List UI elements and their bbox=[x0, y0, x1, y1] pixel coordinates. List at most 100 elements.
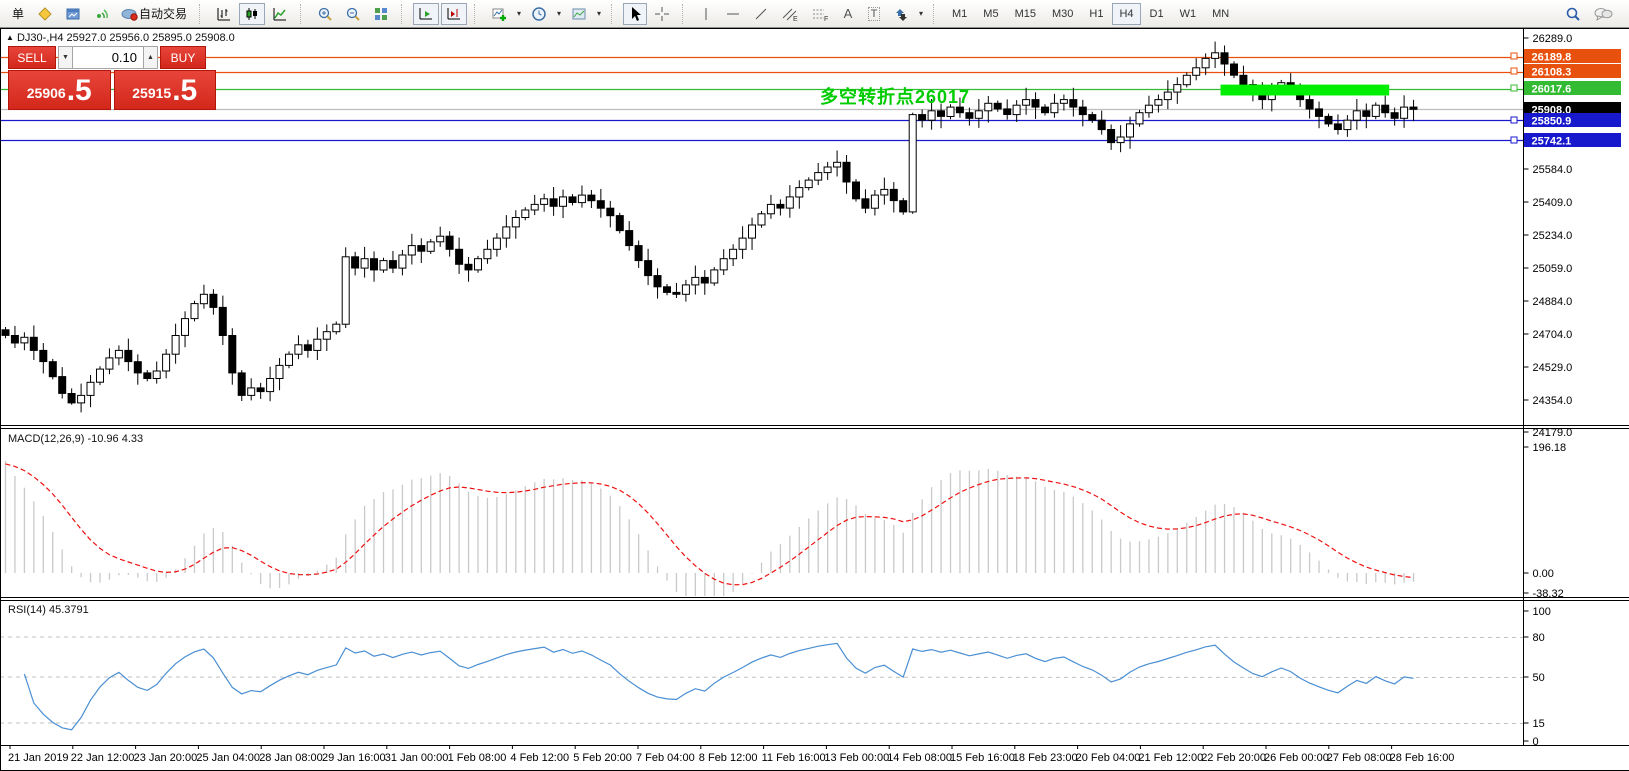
hline-end-marker[interactable] bbox=[1510, 136, 1518, 144]
timeframe-button-M30[interactable]: M30 bbox=[1045, 3, 1080, 25]
price-axis-label: 25234.0 bbox=[1533, 230, 1573, 242]
timeframe-button-M1[interactable]: M1 bbox=[945, 3, 974, 25]
candle bbox=[256, 387, 265, 393]
text-label-tool[interactable]: T bbox=[862, 3, 886, 25]
fibonacci-tool[interactable]: F bbox=[806, 3, 834, 25]
candle bbox=[114, 349, 123, 359]
candle bbox=[1409, 106, 1418, 110]
autotrading-label: 自动交易 bbox=[139, 7, 188, 21]
time-axis-label[interactable]: 4 Feb 12:00 bbox=[510, 752, 569, 764]
time-axis-label[interactable]: 31 Jan 00:00 bbox=[385, 752, 449, 764]
auto-scroll-button[interactable] bbox=[413, 2, 440, 25]
cursor-tool-button[interactable] bbox=[623, 2, 648, 25]
equidistant-channel-tool[interactable]: E bbox=[776, 3, 804, 25]
timeframe-button-M5[interactable]: M5 bbox=[976, 3, 1005, 25]
buy-button[interactable]: BUY bbox=[160, 46, 206, 69]
time-axis-label[interactable]: 14 Feb 08:00 bbox=[887, 752, 952, 764]
candle bbox=[521, 209, 530, 218]
arrows-dropdown[interactable]: ▾ bbox=[915, 3, 927, 25]
sell-button[interactable]: SELL bbox=[8, 46, 56, 69]
time-axis-label[interactable]: 29 Jan 16:00 bbox=[322, 752, 386, 764]
bar-chart-button[interactable] bbox=[211, 3, 237, 25]
periods-button[interactable] bbox=[526, 3, 552, 25]
zoom-in-button[interactable] bbox=[312, 3, 338, 25]
terminal-icon[interactable] bbox=[32, 3, 58, 25]
time-axis-label[interactable]: 26 Feb 00:00 bbox=[1264, 752, 1329, 764]
templates-button[interactable] bbox=[566, 3, 592, 25]
candle bbox=[266, 378, 275, 393]
time-axis-label[interactable]: 22 Jan 12:00 bbox=[71, 752, 135, 764]
chart-annotation-text[interactable]: 多空转折点26017 bbox=[820, 83, 970, 109]
chat-button[interactable] bbox=[1588, 3, 1618, 25]
time-axis-label[interactable]: 21 Jan 2019 bbox=[8, 752, 69, 764]
volume-decrease-button[interactable]: ▼ bbox=[58, 46, 73, 69]
collapse-arrow-icon[interactable]: ▲ bbox=[6, 33, 14, 42]
time-axis-label[interactable]: 5 Feb 20:00 bbox=[573, 752, 632, 764]
autotrading-button[interactable]: 自动交易 bbox=[116, 3, 192, 25]
timeframe-button-D1[interactable]: D1 bbox=[1143, 3, 1171, 25]
crosshair-tool-button[interactable] bbox=[649, 3, 675, 25]
hline-end-marker[interactable] bbox=[1510, 84, 1518, 92]
volume-input[interactable] bbox=[73, 46, 143, 69]
time-axis-label[interactable]: 21 Feb 12:00 bbox=[1138, 752, 1203, 764]
timeframe-button-W1[interactable]: W1 bbox=[1173, 3, 1204, 25]
time-axis-label[interactable]: 15 Feb 16:00 bbox=[950, 752, 1015, 764]
macd-indicator-label: MACD(12,26,9) -10.96 4.33 bbox=[8, 433, 144, 445]
timeframe-button-H4[interactable]: H4 bbox=[1112, 2, 1141, 25]
candle bbox=[379, 260, 388, 271]
time-axis-label[interactable]: 11 Feb 16:00 bbox=[762, 752, 826, 764]
time-axis-label[interactable]: 13 Feb 00:00 bbox=[824, 752, 889, 764]
candle bbox=[1333, 123, 1342, 131]
timeframe-button-MN[interactable]: MN bbox=[1205, 3, 1236, 25]
line-chart-button[interactable] bbox=[267, 3, 293, 25]
time-axis-label[interactable]: 7 Feb 04:00 bbox=[636, 752, 695, 764]
time-axis-label[interactable]: 8 Feb 12:00 bbox=[699, 752, 758, 764]
macd-signal-line bbox=[5, 463, 1414, 586]
chart-canvas[interactable]: 26289.0 25584.0 25409.0 25234.0 25059.0 24884… bbox=[0, 0, 1629, 771]
candle bbox=[1078, 106, 1087, 116]
hline-end-marker[interactable] bbox=[1510, 52, 1518, 60]
time-axis-label[interactable]: 1 Feb 08:00 bbox=[448, 752, 507, 764]
time-axis-label[interactable]: 23 Jan 20:00 bbox=[134, 752, 198, 764]
indicators-button[interactable] bbox=[486, 3, 512, 25]
time-axis-label[interactable]: 27 Feb 08:00 bbox=[1327, 752, 1392, 764]
candle bbox=[757, 213, 766, 226]
templates-dropdown[interactable]: ▾ bbox=[593, 3, 605, 25]
horizontal-line-tool[interactable] bbox=[720, 3, 746, 25]
time-axis-label[interactable]: 18 Feb 23:00 bbox=[1013, 752, 1078, 764]
candlestick-chart-button[interactable] bbox=[239, 2, 266, 25]
rsi-level-15 bbox=[0, 722, 1524, 724]
time-axis-label[interactable]: 25 Jan 04:00 bbox=[196, 752, 260, 764]
zoom-out-button[interactable] bbox=[340, 3, 366, 25]
strategy-tester-icon[interactable] bbox=[60, 3, 86, 25]
zoom-in-icon bbox=[318, 7, 332, 21]
candle bbox=[870, 194, 879, 209]
trendline-tool[interactable] bbox=[748, 3, 774, 25]
time-axis-label[interactable]: 20 Feb 04:00 bbox=[1076, 752, 1141, 764]
vertical-line-tool[interactable] bbox=[694, 3, 718, 25]
tile-windows-button[interactable] bbox=[368, 3, 394, 25]
buy-price-display[interactable]: 25915 .5 bbox=[113, 70, 216, 110]
text-tool[interactable]: A bbox=[836, 3, 860, 25]
cloud-icon bbox=[121, 8, 138, 21]
timeframe-button-M15[interactable]: M15 bbox=[1008, 3, 1043, 25]
chart-shift-button[interactable] bbox=[441, 2, 468, 25]
svg-text:E: E bbox=[793, 16, 798, 22]
timeframe-button-H1[interactable]: H1 bbox=[1082, 3, 1110, 25]
signals-icon[interactable] bbox=[88, 3, 114, 25]
candle bbox=[190, 303, 199, 320]
time-axis-label[interactable]: 28 Jan 08:00 bbox=[259, 752, 323, 764]
candle bbox=[58, 376, 67, 394]
periods-dropdown[interactable]: ▾ bbox=[553, 3, 565, 25]
hline-end-marker[interactable] bbox=[1510, 116, 1518, 124]
search-button[interactable] bbox=[1560, 3, 1586, 25]
hline-end-marker[interactable] bbox=[1510, 67, 1518, 75]
indicators-dropdown[interactable]: ▾ bbox=[513, 3, 525, 25]
green-highlight-rectangle[interactable] bbox=[1220, 84, 1390, 96]
volume-increase-button[interactable]: ▲ bbox=[143, 46, 158, 69]
time-axis-label[interactable]: 28 Feb 16:00 bbox=[1390, 752, 1455, 764]
arrows-tool[interactable] bbox=[888, 3, 914, 25]
time-axis-label[interactable]: 22 Feb 20:00 bbox=[1201, 752, 1266, 764]
new-order-button[interactable]: 单 bbox=[6, 3, 30, 25]
sell-price-display[interactable]: 25906 .5 bbox=[8, 70, 111, 110]
